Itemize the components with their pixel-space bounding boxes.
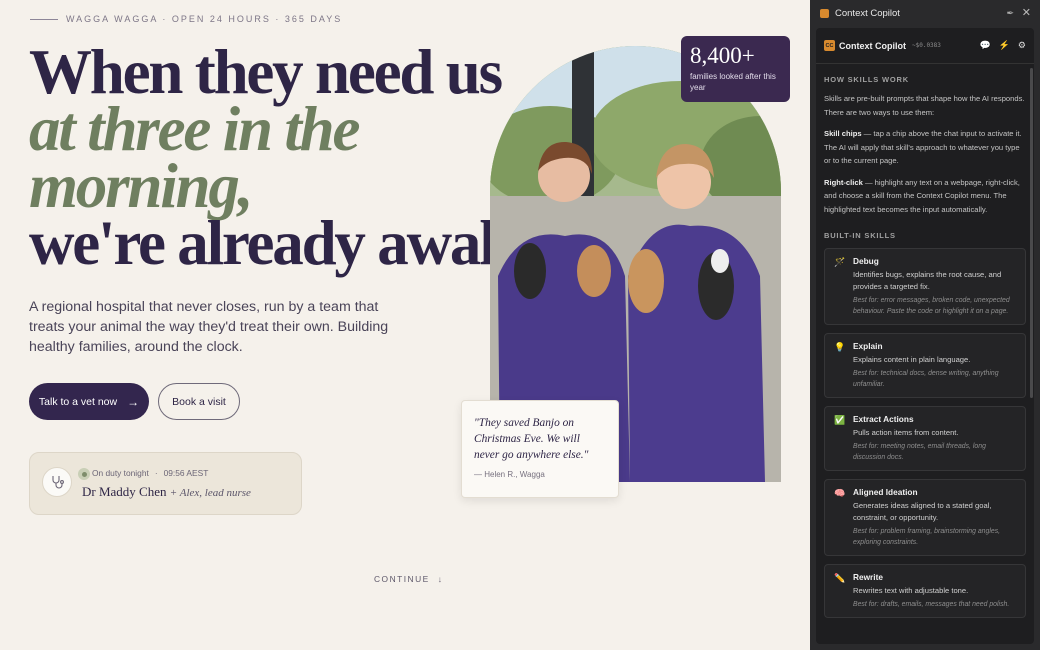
continue-label: CONTINUE — [374, 574, 430, 584]
continue-link[interactable]: CONTINUE ↓ — [374, 574, 443, 584]
settings-gear-icon[interactable]: ⚙ — [1018, 40, 1026, 51]
copilot-content: CC Context Copilot ~$0.0383 💬 ⚡ ⚙ HOW SK… — [816, 28, 1034, 644]
how-skills-work-title: HOW SKILLS WORK — [824, 75, 909, 84]
right-click-label: Right-click — [824, 177, 863, 187]
testimonial-card: "They saved Banjo on Christmas Eve. We w… — [461, 400, 619, 498]
testimonial-author: — Helen R., Wagga — [474, 470, 545, 479]
skill-best-for: Best for: drafts, emails, messages that … — [853, 601, 1010, 608]
copilot-name: Context Copilot — [839, 40, 906, 51]
skill-card-explain[interactable]: 💡 Explain Explains content in plain lang… — [824, 333, 1026, 398]
copilot-header: CC Context Copilot ~$0.0383 💬 ⚡ ⚙ — [816, 28, 1034, 64]
skills-help-body: HOW SKILLS WORK Skills are pre-built pro… — [816, 64, 1034, 618]
skill-best-for: Best for: problem framing, brainstorming… — [853, 528, 1001, 546]
skill-name: Explain — [853, 341, 883, 351]
stat-label: families looked after this year — [690, 72, 776, 92]
panel-titlebar: Context Copilot ✒ ✕ — [810, 0, 1040, 27]
skill-card-extract-actions[interactable]: ✅ Extract Actions Pulls action items fro… — [824, 406, 1026, 471]
magic-wand-icon: 🪄 — [834, 257, 846, 267]
tagline-text: WAGGA WAGGA · OPEN 24 HOURS · 365 DAYS — [66, 14, 343, 24]
skill-description: Rewrites text with adjustable tone. — [853, 586, 969, 595]
landing-page: WAGGA WAGGA · OPEN 24 HOURS · 365 DAYS W… — [0, 0, 810, 650]
arrow-down-icon: ↓ — [437, 574, 444, 584]
hero-headline: When they need us at three in the mornin… — [29, 37, 554, 275]
testimonial-text: "They saved Banjo on Christmas Eve. We w… — [474, 417, 589, 461]
pin-icon[interactable]: ✒ — [1006, 8, 1014, 19]
built-in-skills-title: BUILT-IN SKILLS — [824, 231, 896, 240]
duty-staff: Dr Maddy Chen + Alex, lead nurse — [82, 484, 251, 500]
skill-description: Identifies bugs, explains the root cause… — [853, 270, 1002, 291]
hero-lede: A regional hospital that never closes, r… — [29, 299, 389, 355]
assistant-name: + Alex, lead nurse — [169, 487, 251, 499]
skill-name: Debug — [853, 256, 879, 266]
copilot-logo-icon — [820, 9, 829, 18]
skill-card-rewrite[interactable]: ✏️ Rewrite Rewrites text with adjustable… — [824, 564, 1026, 618]
headline-line-4-start: we're already — [29, 208, 378, 278]
stethoscope-icon — [42, 467, 72, 497]
pencil-icon: ✏️ — [834, 573, 846, 583]
lightning-icon[interactable]: ⚡ — [999, 40, 1010, 51]
headline-line-1: When they need us — [29, 37, 503, 107]
lightbulb-icon: 💡 — [834, 342, 846, 352]
stat-value: 8,400+ — [690, 43, 755, 68]
chat-icon[interactable]: 💬 — [979, 40, 990, 51]
arrow-right-icon: → — [127, 394, 140, 409]
headline-line-3: morning, — [29, 151, 253, 221]
duty-time: 09:56 AEST — [163, 468, 209, 478]
brain-icon: 🧠 — [834, 488, 846, 498]
duty-meta: On duty tonight · 09:56 AEST — [92, 468, 209, 478]
on-duty-card: On duty tonight · 09:56 AEST Dr Maddy Chen… — [29, 452, 302, 515]
book-visit-button[interactable]: Book a visit — [158, 383, 240, 420]
panel-scrollbar[interactable] — [1030, 68, 1033, 398]
skill-chips-help: Skill chips — tap a chip above the chat … — [824, 127, 1026, 168]
headline-line-4: we're already awake. — [29, 212, 554, 275]
skill-name: Rewrite — [853, 572, 883, 582]
right-click-help: Right-click — highlight any text on a we… — [824, 176, 1026, 217]
how-skills-intro: Skills are pre-built prompts that shape … — [824, 94, 1025, 117]
skill-card-aligned-ideation[interactable]: 🧠 Aligned Ideation Generates ideas align… — [824, 479, 1026, 556]
skill-description: Generates ideas aligned to a stated goal… — [853, 501, 992, 522]
headline-line-2: at three in the — [29, 94, 360, 164]
skill-name: Aligned Ideation — [853, 487, 918, 497]
skill-description: Explains content in plain language. — [853, 355, 971, 364]
panel-window-title: Context Copilot — [835, 8, 900, 19]
close-icon[interactable]: ✕ — [1022, 6, 1031, 19]
header-actions: 💬 ⚡ ⚙ — [979, 40, 1026, 51]
duty-status: On duty tonight — [92, 468, 149, 478]
copilot-badge-icon: CC — [824, 40, 835, 51]
location-tagline: WAGGA WAGGA · OPEN 24 HOURS · 365 DAYS — [30, 14, 342, 24]
tagline-rule — [30, 18, 58, 20]
skill-best-for: Best for: technical docs, dense writing,… — [853, 370, 999, 388]
talk-to-vet-label: Talk to a vet now — [38, 395, 118, 408]
skill-best-for: Best for: meeting notes, email threads, … — [853, 443, 986, 461]
skill-description: Pulls action items from content. — [853, 428, 959, 437]
checkmark-icon: ✅ — [834, 415, 846, 425]
skill-best-for: Best for: error messages, broken code, u… — [853, 297, 1010, 315]
doctor-name: Dr Maddy Chen — [82, 484, 167, 499]
online-status-dot — [78, 468, 90, 480]
skill-name: Extract Actions — [853, 414, 914, 424]
session-cost: ~$0.0383 — [912, 42, 941, 49]
skill-card-debug[interactable]: 🪄 Debug Identifies bugs, explains the ro… — [824, 248, 1026, 325]
families-stat-card: 8,400+ families looked after this year — [681, 36, 790, 102]
copilot-side-panel: Context Copilot ✒ ✕ CC Context Copilot ~… — [810, 0, 1040, 650]
skill-chips-label: Skill chips — [824, 129, 862, 138]
talk-to-vet-button[interactable]: Talk to a vet now → — [29, 383, 149, 420]
